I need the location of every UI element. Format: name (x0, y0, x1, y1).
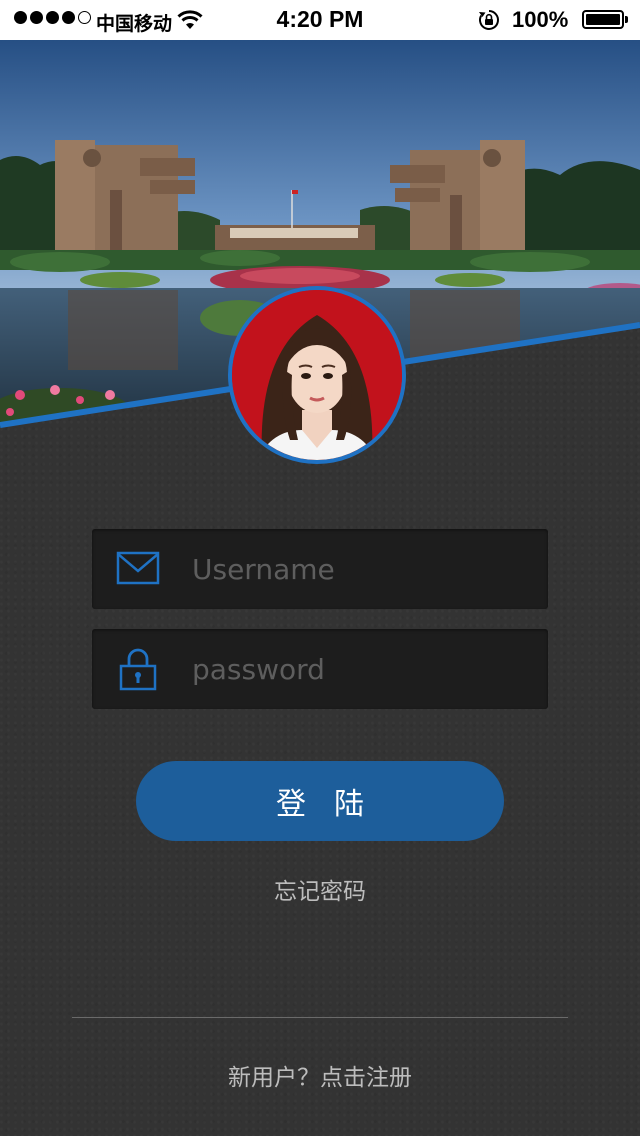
username-field[interactable] (92, 529, 548, 609)
battery-tip (625, 16, 628, 23)
status-bar: 中国移动 4:20 PM 100% (0, 0, 640, 40)
battery-icon (582, 10, 624, 29)
login-button[interactable]: 登陆 (136, 761, 504, 841)
rotation-lock-icon (478, 9, 500, 36)
password-field[interactable] (92, 629, 548, 709)
password-input[interactable] (192, 629, 532, 709)
battery-percent: 100% (512, 7, 569, 32)
envelope-icon (116, 551, 160, 589)
forgot-password-link[interactable]: 忘记密码 (0, 872, 640, 906)
username-input[interactable] (192, 529, 532, 609)
divider (72, 1017, 568, 1018)
portrait-image (232, 290, 402, 460)
user-avatar[interactable] (228, 286, 406, 464)
padlock-icon (119, 647, 157, 695)
register-link[interactable]: 新用户？点击注册 (0, 1058, 640, 1092)
